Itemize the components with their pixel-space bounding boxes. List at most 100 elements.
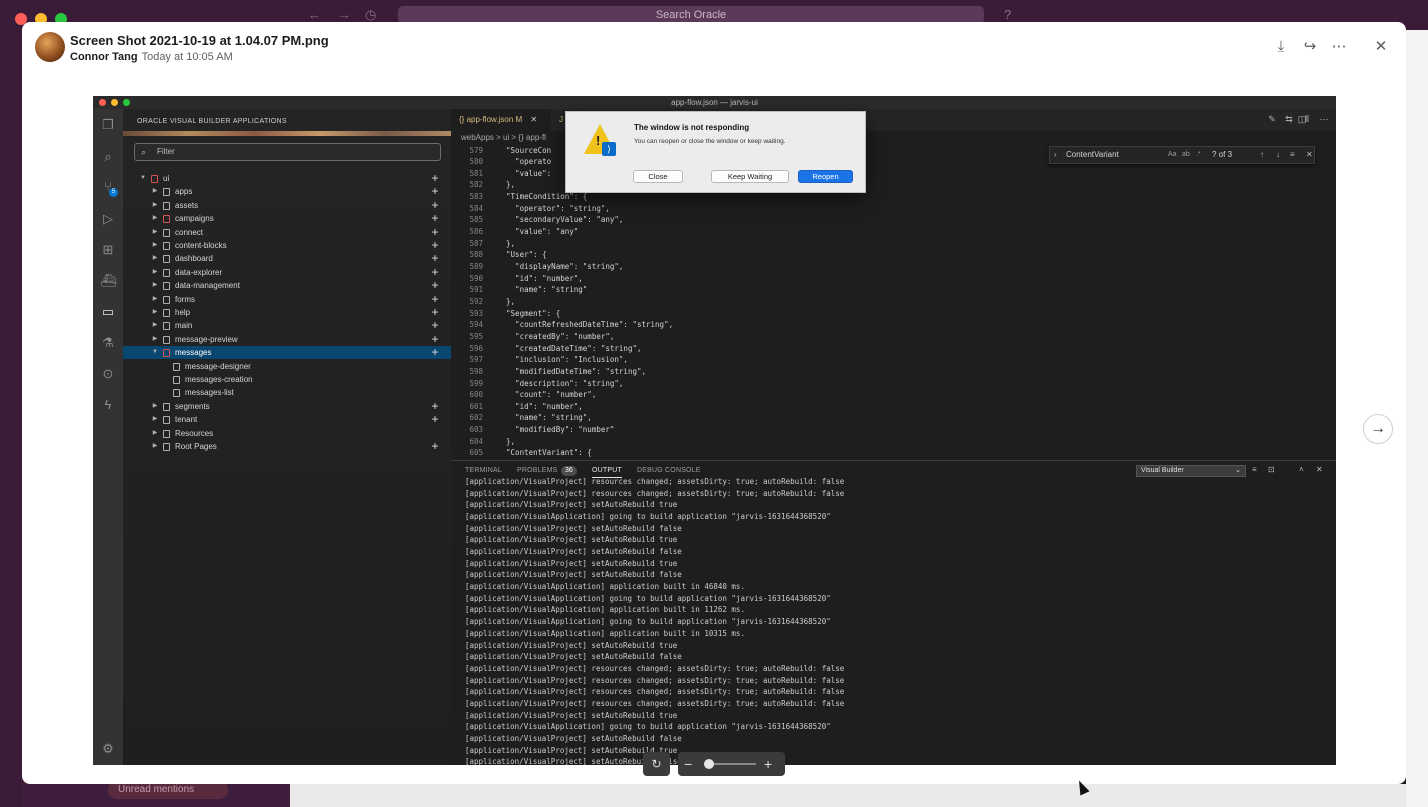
- output-line: [application/VisualApplication] going to…: [465, 512, 831, 522]
- tree-item: ▶ help +: [123, 306, 451, 319]
- add-icon: +: [431, 171, 439, 185]
- output-line: [application/VisualProject] resources ch…: [465, 687, 845, 697]
- author-name[interactable]: Connor Tang: [70, 51, 138, 63]
- output-line: [application/VisualProject] setAutoRebui…: [465, 500, 678, 510]
- folder-icon: [163, 309, 170, 317]
- line-number: 597: [469, 355, 483, 365]
- add-icon: +: [431, 224, 439, 239]
- activity-bar: ❐ ⌕ ⑂ 5 ▷ ⊞ ⛴ ▭ ⚗ ⊙ ϟ ⚙: [93, 109, 123, 765]
- tree-item-label: forms: [175, 294, 195, 304]
- history-icon[interactable]: ◷: [365, 7, 376, 23]
- tree-item-label: messages-list: [185, 388, 234, 398]
- share-icon[interactable]: ↪: [1300, 38, 1320, 56]
- timestamp: Today at 10:05 AM: [141, 51, 233, 63]
- line-number: 582: [469, 180, 483, 190]
- vscode-zoom-dot: [123, 99, 130, 106]
- output-line: [application/VisualProject] resources ch…: [465, 675, 845, 685]
- tab-problems: PROBLEMS: [517, 467, 558, 474]
- folder-icon: [163, 429, 170, 438]
- output-line: [application/VisualApplication] going to…: [465, 617, 831, 627]
- chevron-right-icon: ▶: [152, 282, 158, 289]
- add-icon: +: [431, 291, 439, 306]
- chevron-right-icon: ▶: [152, 228, 158, 235]
- code-text: },: [497, 436, 516, 446]
- zoom-in-icon[interactable]: +: [764, 752, 772, 776]
- zoom-slider-group: − +: [678, 752, 785, 776]
- chevron-down-icon: ⌄: [1235, 467, 1241, 474]
- problems-count-badge: 36: [561, 466, 577, 476]
- tree-item-label: apps: [175, 187, 193, 197]
- output-line: [application/VisualProject] setAutoRebui…: [465, 733, 682, 743]
- output-channel-value: Visual Builder: [1141, 467, 1184, 474]
- output-line: [application/VisualProject] setAutoRebui…: [465, 640, 678, 650]
- folder-icon: [163, 349, 170, 358]
- tree-item: ▼ messages +: [123, 346, 451, 360]
- tree-item: ▶ Root Pages +: [123, 440, 451, 453]
- close-icon[interactable]: ✕: [1371, 38, 1391, 56]
- find-query: ContentVariant: [1066, 150, 1119, 159]
- folder-icon: [163, 228, 170, 237]
- output-line: [application/VisualProject] setAutoRebui…: [465, 570, 682, 580]
- file-icon: [173, 376, 180, 384]
- clear-output-icon: ≡: [1252, 465, 1257, 474]
- chevron-right-icon: ▶: [152, 255, 158, 262]
- tree-item: ▶ apps +: [123, 185, 451, 198]
- download-icon[interactable]: ⤓: [1271, 38, 1291, 56]
- reset-zoom-icon[interactable]: ↻: [643, 752, 670, 776]
- output-line: [application/VisualProject] setAutoRebui…: [465, 710, 678, 720]
- line-number: 595: [469, 331, 483, 341]
- help-icon[interactable]: ?: [1004, 7, 1011, 22]
- tree-item: ▶ segments +: [123, 400, 451, 413]
- tree-item: ▶ data-management +: [123, 279, 451, 292]
- avatar[interactable]: [35, 32, 65, 62]
- line-number: 588: [469, 250, 483, 260]
- code-text: "value":: [497, 168, 552, 178]
- chevron-right-icon: ▶: [152, 215, 158, 222]
- chevron-down-icon: ▼: [140, 175, 146, 181]
- zoom-out-icon[interactable]: −: [684, 752, 692, 776]
- split-editor-icon: ⫴: [1305, 114, 1309, 124]
- next-match-icon: ↓: [1276, 150, 1280, 159]
- next-image-button[interactable]: →: [1363, 414, 1393, 444]
- output-line: [application/VisualApplication] applicat…: [465, 628, 745, 638]
- line-number: 604: [469, 436, 483, 446]
- forward-arrow-icon[interactable]: →: [338, 7, 351, 22]
- chevron-right-icon: ▶: [152, 268, 158, 275]
- timeline-icon: ⊙: [102, 366, 114, 381]
- find-count: ? of 3: [1212, 150, 1233, 159]
- tab-debug-console: DEBUG CONSOLE: [637, 467, 701, 474]
- folder-icon: [163, 268, 170, 277]
- add-icon: +: [431, 331, 439, 346]
- zoom-slider-handle[interactable]: [704, 759, 714, 769]
- chevron-right-icon: ▶: [152, 429, 158, 436]
- code-text: },: [497, 238, 516, 248]
- vscode-minimize-dot: [111, 99, 118, 106]
- search-icon: ⌕: [141, 147, 147, 157]
- code-text: "SourceCon: [497, 145, 552, 155]
- line-number: 581: [469, 168, 483, 178]
- add-icon: +: [431, 211, 439, 226]
- code-text: "description": "string",: [497, 378, 624, 388]
- find-selection-icon: ≡: [1290, 150, 1295, 159]
- tree-item-label: tenant: [175, 415, 198, 425]
- code-text: "Segment": {: [497, 308, 561, 318]
- line-number: 594: [469, 320, 483, 330]
- code-text: "modifiedBy": "number": [497, 425, 615, 435]
- tree-item: ▶ content-blocks +: [123, 239, 451, 252]
- code-text: "value": "any": [497, 227, 579, 237]
- output-line: [application/VisualProject] resources ch…: [465, 698, 845, 708]
- back-arrow-icon[interactable]: ←: [308, 7, 321, 22]
- screenshot-image: app-flow.json — jarvis-ui ❐ ⌕ ⑂ 5 ▷ ⊞ ⛴ …: [93, 96, 1336, 765]
- line-number: 592: [469, 296, 483, 306]
- tree-item: message-designer: [123, 360, 451, 373]
- output-line: [application/VisualProject] resources ch…: [465, 488, 845, 498]
- remote-explorer-icon: ▭: [101, 304, 115, 319]
- folder-icon: [163, 242, 170, 250]
- more-icon[interactable]: ⋯: [1329, 38, 1349, 56]
- scm-badge: 5: [109, 188, 118, 197]
- output-line: [application/VisualProject] setAutoRebui…: [465, 547, 682, 557]
- dialog-message: You can reopen or close the window or ke…: [634, 138, 786, 145]
- add-icon: +: [431, 197, 439, 212]
- tree-item: ▶ assets +: [123, 199, 451, 212]
- output-channel-select: Visual Builder ⌄: [1136, 465, 1246, 477]
